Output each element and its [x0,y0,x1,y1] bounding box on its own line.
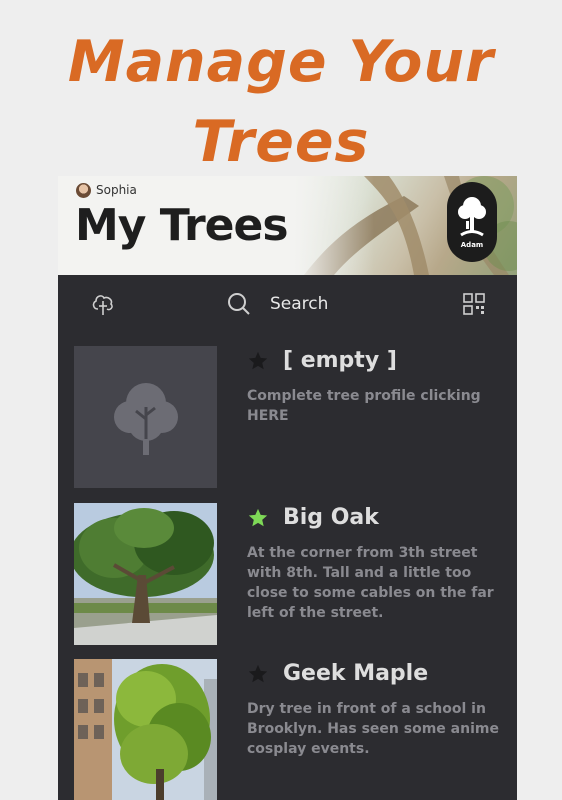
tree-header: [ empty ] [247,348,397,373]
tree-header: Geek Maple [247,661,428,686]
tree-add-icon[interactable] [90,291,116,317]
tree-description[interactable]: At the corner from 3th street with 8th. … [247,543,505,623]
tree-thumbnail[interactable] [74,659,217,800]
search-button[interactable]: Search [226,289,328,319]
star-icon[interactable] [247,350,269,372]
tree-header: Big Oak [247,505,379,530]
oak-photo [74,503,217,645]
search-label: Search [270,294,329,314]
app-logo-button[interactable]: Adam [447,182,497,262]
tree-name: [ empty ] [283,348,397,373]
tree-thumbnail[interactable] [74,503,217,645]
toolbar: Search [58,275,517,333]
header-fade [294,176,374,275]
tree-name: Geek Maple [283,661,429,686]
page-title: My Trees [75,200,289,251]
tree-thumbnail[interactable] [74,346,217,488]
star-icon[interactable] [247,663,269,685]
list-item[interactable]: [ empty ] Complete tree profile clicking… [74,346,504,488]
avatar[interactable] [76,182,91,198]
app-header: Sophia My Trees Adam [58,176,517,275]
app-screen: Sophia My Trees Adam Search [empty] Co… [58,176,517,800]
tree-description[interactable]: Complete tree profile clicking HERE [247,386,505,426]
promo-line-1: Manage Your [67,29,495,95]
tree-description[interactable]: Dry tree in front of a school in Brookly… [247,699,505,759]
list-item[interactable]: Geek Maple Dry tree in front of a school… [74,659,504,800]
promo-line-2: Trees [192,109,370,175]
tree-name: Big Oak [283,505,379,530]
star-icon[interactable] [247,507,269,529]
qr-code-icon[interactable] [461,291,487,317]
user-name: Sophia [96,183,137,197]
search-icon [228,293,250,315]
placeholder-tree-icon [113,383,178,455]
tree-logo-icon [458,197,486,237]
promo-heading: Manage Your Trees [0,22,562,182]
user-chip[interactable]: Sophia [76,182,137,198]
maple-photo [74,659,217,800]
logo-text: Adam [460,241,484,249]
list-item[interactable]: Big Oak At the corner from 3th street wi… [74,503,504,645]
